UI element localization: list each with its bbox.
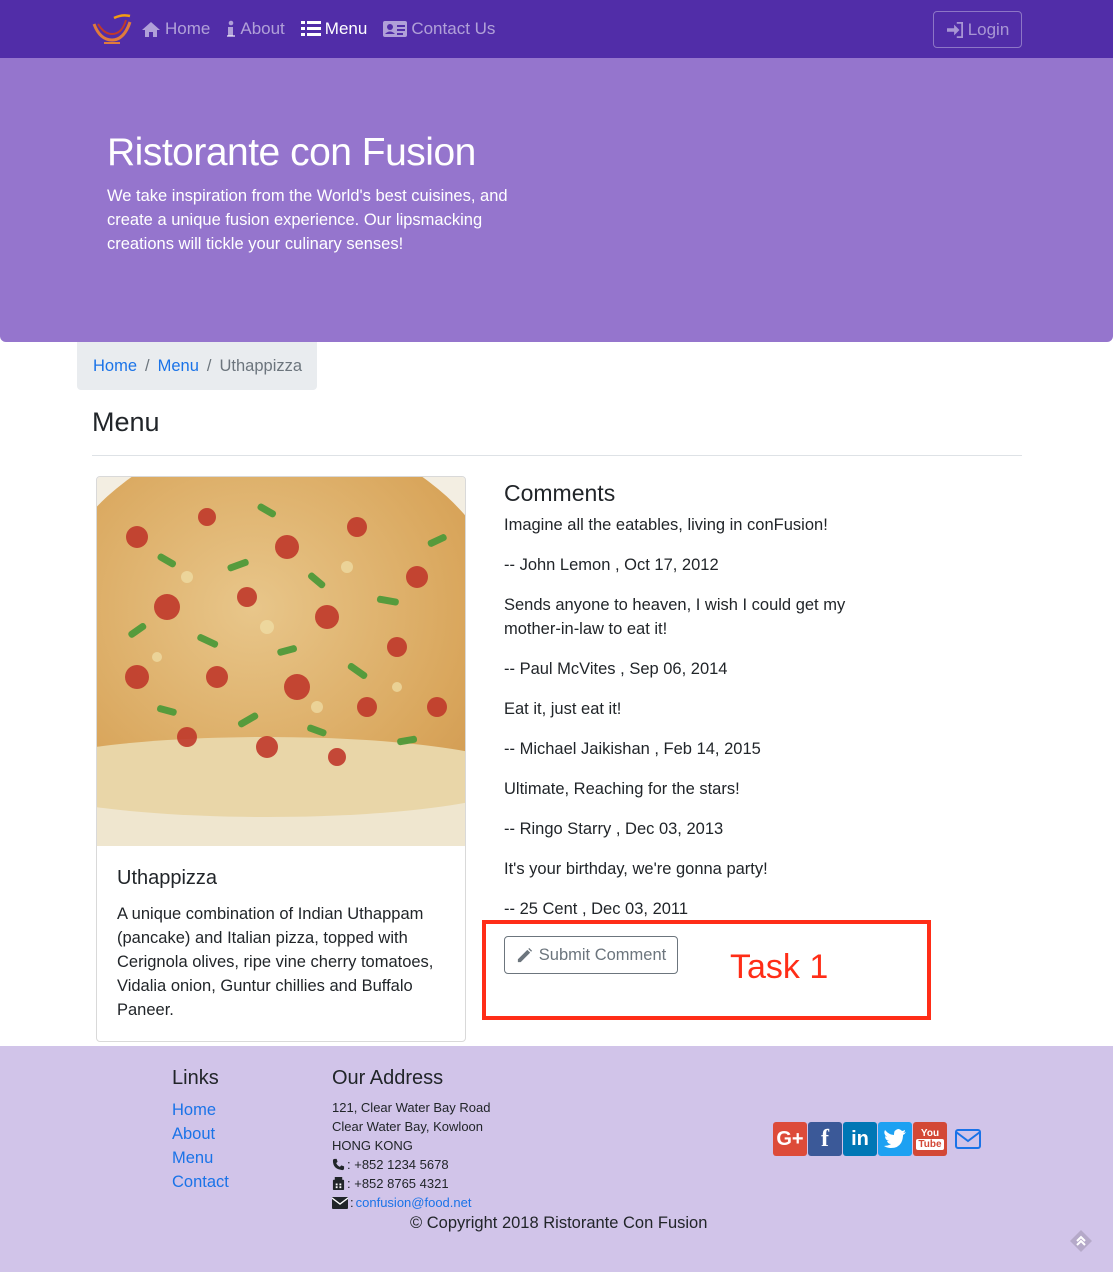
youtube-icon[interactable]: You Tube	[913, 1122, 947, 1156]
footer-links: Home About Menu Contact	[172, 1098, 229, 1194]
page-heading: Menu	[92, 407, 160, 437]
address-line: Clear Water Bay, Kowloon	[332, 1119, 484, 1134]
fax-number: : +852 8765 4321	[347, 1176, 449, 1191]
nav-contact-label: Contact Us	[411, 19, 496, 38]
nav-menu-label: Menu	[324, 19, 368, 38]
list-icon	[300, 21, 321, 36]
dish-image	[97, 477, 465, 846]
comment-text: Eat it, just eat it!	[504, 700, 622, 718]
login-label: Login	[967, 19, 1010, 39]
google-plus-icon[interactable]: G+	[773, 1122, 807, 1156]
comment-byline: -- 25 Cent , Dec 03, 2011	[504, 900, 689, 918]
home-icon	[142, 22, 160, 37]
pencil-icon	[517, 947, 532, 962]
breadcrumb-home[interactable]: Home	[93, 357, 137, 376]
restaurant-tagline: We take inspiration from the World's bes…	[107, 187, 508, 253]
comment-text: Imagine all the eatables, living in conF…	[504, 516, 828, 534]
nav-about[interactable]: About	[226, 19, 285, 39]
footer-links-title: Links	[172, 1067, 219, 1089]
info-icon	[227, 20, 236, 37]
footer-link-menu[interactable]: Menu	[172, 1146, 229, 1170]
restaurant-title: Ristorante con Fusion	[107, 131, 476, 174]
dish-card: Uthappizza A unique combination of India…	[96, 476, 466, 1042]
comment-byline: -- Paul McVites , Sep 06, 2014	[504, 660, 728, 678]
comment-text: It's your birthday, we're gonna party!	[504, 860, 768, 878]
nav-items: Home About Menu Contact Us	[141, 0, 495, 58]
breadcrumb-separator: /	[145, 356, 150, 375]
social-links: G+ f in You Tube	[773, 1122, 984, 1156]
breadcrumb-current: Uthappizza	[219, 356, 303, 375]
copyright: © Copyright 2018 Ristorante Con Fusion	[410, 1214, 708, 1232]
submit-comment-label: Submit Comment	[538, 945, 667, 964]
dish-name: Uthappizza	[117, 867, 218, 889]
comment-text: Sends anyone to heaven, I wish I could g…	[504, 596, 846, 638]
email-link[interactable]: confusion@food.net	[356, 1193, 472, 1212]
footer-address-title: Our Address	[332, 1067, 444, 1089]
navbar: Home About Menu Contact Us Login	[0, 0, 1113, 58]
login-button[interactable]: Login	[933, 11, 1022, 48]
comment-byline: -- John Lemon , Oct 17, 2012	[504, 556, 719, 574]
mail-glyph	[955, 1129, 981, 1149]
phone-number: : +852 1234 5678	[347, 1157, 449, 1172]
fax-icon	[332, 1177, 345, 1190]
comments-section: Comments Imagine all the eatables, livin…	[504, 476, 904, 921]
comment-byline: -- Michael Jaikishan , Feb 14, 2015	[504, 740, 761, 758]
comment-byline: -- Ringo Starry , Dec 03, 2013	[504, 820, 724, 838]
sign-in-icon	[946, 21, 963, 38]
nav-contact[interactable]: Contact Us	[383, 19, 495, 39]
footer-link-contact[interactable]: Contact	[172, 1170, 229, 1194]
comments-title: Comments	[504, 480, 616, 506]
breadcrumb-separator: /	[206, 356, 212, 375]
email-row: : confusion@food.net	[332, 1193, 490, 1212]
breadcrumb-menu[interactable]: Menu	[158, 357, 199, 376]
comment-text: Ultimate, Reaching for the stars!	[504, 780, 740, 798]
nav-menu[interactable]: Menu	[300, 19, 368, 39]
twitter-icon[interactable]	[878, 1122, 912, 1156]
nav-home-label: Home	[165, 19, 211, 38]
phone-icon	[332, 1158, 345, 1171]
breadcrumb: Home / Menu / Uthappizza	[77, 342, 317, 390]
envelope-icon[interactable]	[952, 1122, 984, 1156]
dish-description: A unique combination of Indian Uthappam …	[117, 905, 434, 1019]
feedback-tag-icon[interactable]	[1068, 1228, 1094, 1254]
phone-row: : +852 1234 5678	[332, 1155, 490, 1174]
address-line: 121, Clear Water Bay Road	[332, 1100, 491, 1115]
jumbotron: Ristorante con Fusion We take inspiratio…	[0, 58, 1113, 342]
envelope-icon	[332, 1196, 348, 1209]
linkedin-icon[interactable]: in	[843, 1122, 877, 1156]
footer-address: 121, Clear Water Bay Road Clear Water Ba…	[332, 1098, 490, 1212]
nav-home[interactable]: Home	[141, 19, 210, 39]
facebook-icon[interactable]: f	[808, 1122, 842, 1156]
submit-comment-button[interactable]: Submit Comment	[504, 936, 678, 974]
footer-link-about[interactable]: About	[172, 1122, 229, 1146]
divider	[92, 455, 1022, 456]
twitter-bird-glyph	[884, 1129, 906, 1148]
logo-icon[interactable]	[90, 12, 134, 46]
nav-about-label: About	[240, 19, 285, 38]
address-card-icon	[383, 21, 408, 37]
fax-row: : +852 8765 4321	[332, 1174, 490, 1193]
footer	[0, 1046, 1113, 1272]
footer-link-home[interactable]: Home	[172, 1098, 229, 1122]
address-line: HONG KONG	[332, 1138, 413, 1153]
annotation-label: Task 1	[730, 948, 829, 986]
